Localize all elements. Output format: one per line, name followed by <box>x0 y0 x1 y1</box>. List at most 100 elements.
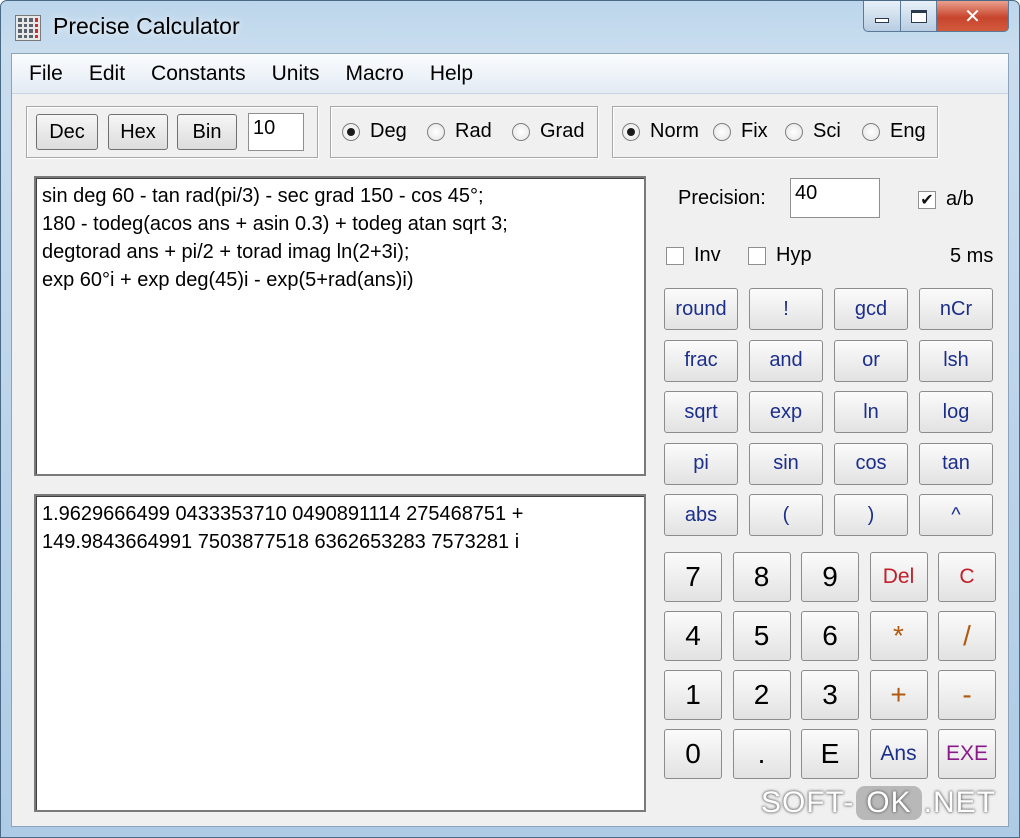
hyp-checkbox[interactable]: Hyp <box>748 244 812 267</box>
function-key[interactable]: sin <box>749 442 823 485</box>
inv-label: Inv <box>694 244 721 266</box>
result-line: 149.9843664991 7503877518 6362653283 757… <box>42 531 520 553</box>
precision-label: Precision: <box>678 187 766 209</box>
expression-line: exp 60°i + exp deg(45)i - exp(5+rad(ans)… <box>42 269 414 291</box>
client-area: File Edit Constants Units Macro Help Dec… <box>11 53 1009 827</box>
function-key[interactable]: cos <box>834 442 908 485</box>
number-key[interactable]: 6 <box>801 611 859 661</box>
menu-help[interactable]: Help <box>417 62 486 86</box>
number-key[interactable]: E <box>801 729 859 779</box>
function-key[interactable]: pi <box>664 442 738 485</box>
maximize-icon <box>910 9 927 23</box>
fraction-checkbox[interactable]: ✔ a/b <box>918 188 974 211</box>
hyp-label: Hyp <box>776 244 812 266</box>
radio-fix[interactable]: Fix <box>713 120 768 143</box>
result-output[interactable]: 1.9629666499 0433353710 0490891114 27546… <box>34 494 646 812</box>
window-controls: ✕ <box>863 1 1009 33</box>
number-key[interactable]: 9 <box>801 552 859 602</box>
number-key[interactable]: 5 <box>732 611 791 661</box>
radio-eng-label: Eng <box>890 120 926 142</box>
expression-input[interactable]: sin deg 60 - tan rad(pi/3) - sec grad 15… <box>34 176 646 476</box>
function-key[interactable]: or <box>834 339 908 382</box>
function-key[interactable]: exp <box>749 391 823 433</box>
hex-button[interactable]: Hex <box>108 114 168 150</box>
minimize-button[interactable] <box>863 1 901 32</box>
number-key[interactable]: 0 <box>664 729 722 779</box>
function-key[interactable]: and <box>749 339 823 382</box>
base-input[interactable]: 10 <box>248 113 304 151</box>
function-key[interactable]: gcd <box>834 288 908 330</box>
calculator-grid-icon[interactable] <box>15 15 41 41</box>
number-key[interactable]: 8 <box>732 552 791 602</box>
radio-sci[interactable]: Sci <box>785 120 841 143</box>
function-key[interactable]: frac <box>664 339 738 382</box>
function-key[interactable]: round <box>664 288 738 330</box>
radio-dot <box>512 122 530 141</box>
number-key[interactable]: Ans <box>869 729 928 779</box>
watermark: SOFT- OK .NET <box>761 786 996 820</box>
title-bar[interactable]: Precise Calculator ✕ <box>1 1 1019 53</box>
window-title: Precise Calculator <box>53 13 240 39</box>
radio-norm[interactable]: Norm <box>622 120 699 143</box>
function-key[interactable]: lsh <box>919 339 993 382</box>
app-window: Precise Calculator ✕ File Edit Constants… <box>0 0 1020 838</box>
timing-readout: 5 ms <box>950 245 994 267</box>
checkbox-box <box>748 246 766 265</box>
radio-deg[interactable]: Deg <box>342 120 407 143</box>
inv-checkbox[interactable]: Inv <box>666 244 721 267</box>
radio-norm-label: Norm <box>650 120 699 142</box>
radio-rad[interactable]: Rad <box>427 120 492 143</box>
function-key[interactable]: log <box>919 391 993 433</box>
function-key[interactable]: ln <box>834 391 908 433</box>
number-key[interactable]: 2 <box>732 670 791 720</box>
precision-input[interactable]: 40 <box>790 178 880 218</box>
number-key[interactable]: / <box>938 611 996 661</box>
function-key[interactable]: sqrt <box>664 391 738 433</box>
function-key[interactable]: abs <box>664 494 738 536</box>
dec-button[interactable]: Dec <box>36 114 98 150</box>
function-key[interactable]: tan <box>919 442 993 485</box>
minimize-icon <box>875 17 889 23</box>
expression-line: 180 - todeg(acos ans + asin 0.3) + todeg… <box>42 213 508 235</box>
function-key[interactable]: ! <box>749 288 823 330</box>
menu-macro[interactable]: Macro <box>332 62 416 86</box>
number-key[interactable]: . <box>732 729 791 779</box>
radio-dot <box>713 122 731 141</box>
number-key[interactable]: Del <box>869 552 928 602</box>
menu-edit[interactable]: Edit <box>76 62 138 86</box>
radio-dot <box>342 122 360 141</box>
number-key[interactable]: 1 <box>664 670 722 720</box>
radio-dot <box>622 122 640 141</box>
fraction-label: a/b <box>946 188 974 210</box>
checkbox-box <box>666 246 684 265</box>
result-line: 1.9629666499 0433353710 0490891114 27546… <box>42 503 524 525</box>
number-key[interactable]: 4 <box>664 611 722 661</box>
number-key[interactable]: 7 <box>664 552 722 602</box>
watermark-badge: OK <box>856 786 922 820</box>
radio-dot <box>427 122 445 141</box>
number-key[interactable]: - <box>938 670 996 720</box>
radio-dot <box>785 122 803 141</box>
expression-line: degtorad ans + pi/2 + torad imag ln(2+3i… <box>42 241 410 263</box>
radio-eng[interactable]: Eng <box>862 120 926 143</box>
radio-grad[interactable]: Grad <box>512 120 584 143</box>
number-key[interactable]: 3 <box>801 670 859 720</box>
radio-dot <box>862 122 880 141</box>
menu-constants[interactable]: Constants <box>138 62 259 86</box>
function-key[interactable]: ) <box>834 494 908 536</box>
radio-grad-label: Grad <box>540 120 585 142</box>
bin-button[interactable]: Bin <box>177 114 237 150</box>
menu-file[interactable]: File <box>16 62 76 86</box>
function-key[interactable]: nCr <box>919 288 993 330</box>
close-icon: ✕ <box>964 4 981 28</box>
number-key[interactable]: * <box>869 611 928 661</box>
close-button[interactable]: ✕ <box>937 1 1009 32</box>
checkmark-icon: ✔ <box>918 190 936 209</box>
number-key[interactable]: C <box>938 552 996 602</box>
function-key[interactable]: ( <box>749 494 823 536</box>
menu-units[interactable]: Units <box>259 62 333 86</box>
maximize-button[interactable] <box>901 1 937 32</box>
function-key[interactable]: ^ <box>919 494 993 536</box>
number-key[interactable]: + <box>869 670 928 720</box>
number-key[interactable]: EXE <box>938 729 996 779</box>
